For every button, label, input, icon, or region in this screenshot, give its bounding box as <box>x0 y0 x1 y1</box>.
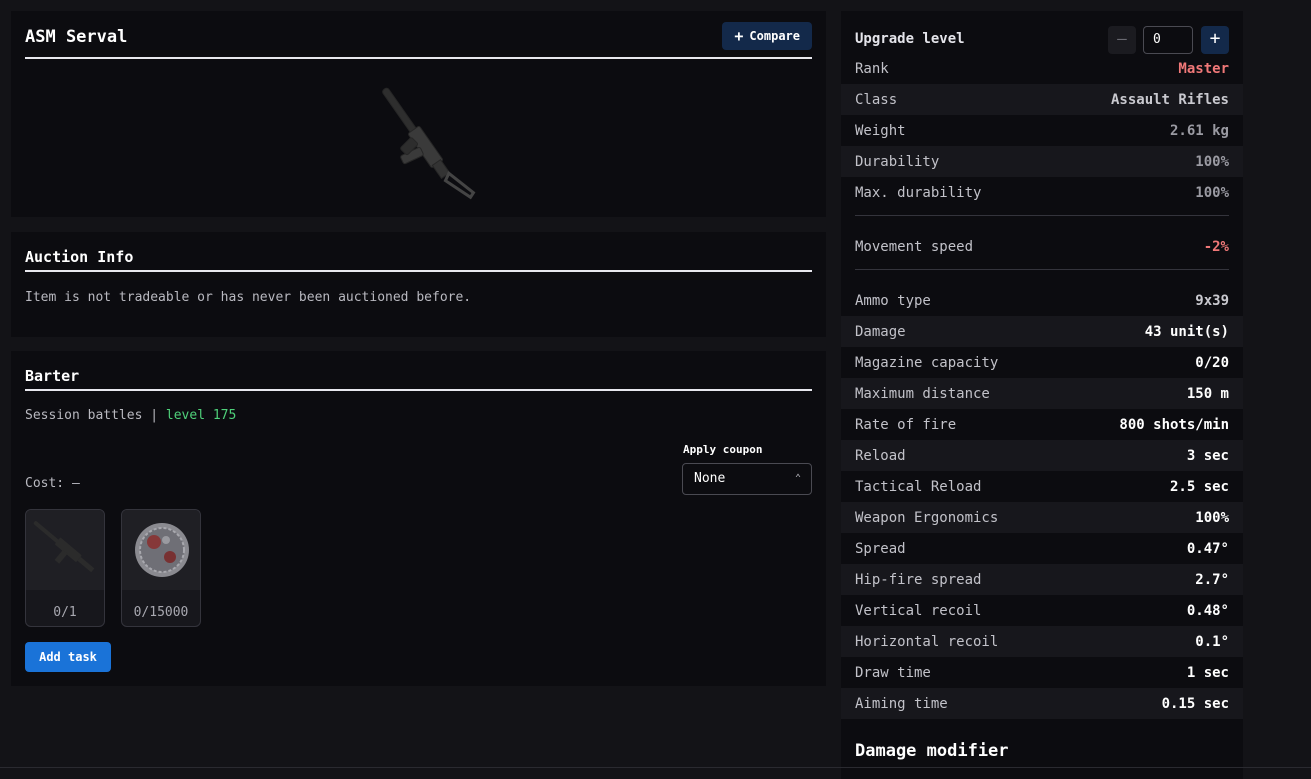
stat-row: Weapon Ergonomics 100% <box>841 502 1243 533</box>
stat-label: Draw time <box>855 664 931 681</box>
barter-panel: Barter Session battles | level 175 Apply… <box>11 351 826 686</box>
stat-value: 0.47° <box>1186 540 1229 557</box>
stat-value: 43 unit(s) <box>1144 323 1229 340</box>
item-panel: ASM Serval + Compare <box>11 11 826 217</box>
barter-item-card[interactable]: 0/1 <box>25 509 105 627</box>
plus-icon: + <box>734 26 744 45</box>
session-text: Session battles <box>25 408 143 423</box>
stat-value: 2.61 kg <box>1169 122 1229 139</box>
stat-label: Rank <box>855 60 889 77</box>
stat-label: Aiming time <box>855 695 948 712</box>
stat-row: Max. durability 100% <box>841 177 1243 208</box>
stat-label: Tactical Reload <box>855 478 982 495</box>
stat-value: 150 m <box>1186 385 1229 402</box>
barter-title: Barter <box>25 367 812 391</box>
stat-label: Hip-fire spread <box>855 571 982 588</box>
stat-row: Reload 3 sec <box>841 440 1243 471</box>
add-task-button[interactable]: Add task <box>25 642 111 672</box>
stat-row: Tactical Reload 2.5 sec <box>841 471 1243 502</box>
stat-row: Draw time 1 sec <box>841 657 1243 688</box>
stat-row: Damage 43 unit(s) <box>841 316 1243 347</box>
decrement-button[interactable]: – <box>1108 26 1136 54</box>
cost-text: Cost: – <box>25 476 80 491</box>
stat-label: Magazine capacity <box>855 354 999 371</box>
stat-row: Spread 0.47° <box>841 533 1243 564</box>
stat-value: 2.5 sec <box>1169 478 1229 495</box>
stat-row: Weight 2.61 kg <box>841 115 1243 146</box>
stat-value: 0/20 <box>1195 354 1229 371</box>
coupon-label: Apply coupon <box>683 443 763 456</box>
stat-label: Ammo type <box>855 292 931 309</box>
stat-label: Weapon Ergonomics <box>855 509 999 526</box>
stat-value: 800 shots/min <box>1119 416 1229 433</box>
stat-label: Maximum distance <box>855 385 990 402</box>
barter-item-card[interactable]: 0/15000 <box>121 509 201 627</box>
rifle-icon <box>33 521 95 573</box>
divider <box>0 767 1311 768</box>
stat-value: 2.7° <box>1195 571 1229 588</box>
stat-label: Spread <box>855 540 906 557</box>
barter-item-quantity: 0/15000 <box>133 605 189 620</box>
damage-modifier-title: Damage modifier <box>855 741 1009 761</box>
session-info: Session battles | level 175 <box>25 408 236 423</box>
stat-value: 9x39 <box>1195 292 1229 309</box>
stat-row: Horizontal recoil 0.1° <box>841 626 1243 657</box>
stat-row: Aiming time 0.15 sec <box>841 688 1243 719</box>
stat-row: Class Assault Rifles <box>841 84 1243 115</box>
auction-title: Auction Info <box>25 248 812 272</box>
stat-value: -2% <box>1203 238 1229 255</box>
stat-value: 0.48° <box>1186 602 1229 619</box>
stat-value: 1 sec <box>1186 664 1229 681</box>
stat-label: Rate of fire <box>855 416 957 433</box>
stat-row: Maximum distance 150 m <box>841 378 1243 409</box>
stat-value: 0.15 sec <box>1161 695 1229 712</box>
stat-value: 0.1° <box>1195 633 1229 650</box>
chevron-updown-icon: ⌃ <box>794 473 801 484</box>
stat-row: Rank Master <box>841 53 1243 84</box>
stats-panel: Upgrade level – 0 + Rank Master Class Assau… <box>841 11 1243 779</box>
stat-label: Vertical recoil <box>855 602 982 619</box>
stat-row: Movement speed -2% <box>841 231 1243 262</box>
separator: | <box>150 408 159 423</box>
stat-label: Horizontal recoil <box>855 633 999 650</box>
stat-label: Movement speed <box>855 238 974 255</box>
stat-label: Durability <box>855 153 940 170</box>
stat-label: Weight <box>855 122 906 139</box>
level-text: level 175 <box>165 408 237 423</box>
auction-panel: Auction Info Item is not tradeable or ha… <box>11 232 826 337</box>
rifle-icon <box>382 87 476 200</box>
stat-value: 100% <box>1195 153 1229 170</box>
stat-label: Reload <box>855 447 906 464</box>
stat-row: Durability 100% <box>841 146 1243 177</box>
auction-message: Item is not tradeable or has never been … <box>25 290 472 305</box>
divider <box>855 269 1229 270</box>
item-title: ASM Serval <box>25 27 812 59</box>
stat-row: Rate of fire 800 shots/min <box>841 409 1243 440</box>
stat-value: Master <box>1178 60 1229 77</box>
stat-row: Hip-fire spread 2.7° <box>841 564 1243 595</box>
stat-value: 100% <box>1195 184 1229 201</box>
coupon-select[interactable]: None ⌃ <box>682 463 812 495</box>
barter-item-quantity: 0/1 <box>53 605 77 620</box>
stat-label: Max. durability <box>855 184 982 201</box>
compare-button[interactable]: + Compare <box>722 22 812 50</box>
stat-row: Ammo type 9x39 <box>841 285 1243 316</box>
stat-label: Class <box>855 91 898 108</box>
upgrade-level-input[interactable]: 0 <box>1143 26 1193 54</box>
upgrade-level-label: Upgrade level <box>855 31 965 47</box>
increment-button[interactable]: + <box>1201 26 1229 54</box>
stat-value: 3 sec <box>1186 447 1229 464</box>
divider <box>855 215 1229 216</box>
coin-icon <box>135 523 189 577</box>
stat-label: Damage <box>855 323 906 340</box>
stat-row: Magazine capacity 0/20 <box>841 347 1243 378</box>
stat-value: Assault Rifles <box>1110 91 1229 108</box>
stat-value: 100% <box>1195 509 1229 526</box>
stat-row: Vertical recoil 0.48° <box>841 595 1243 626</box>
